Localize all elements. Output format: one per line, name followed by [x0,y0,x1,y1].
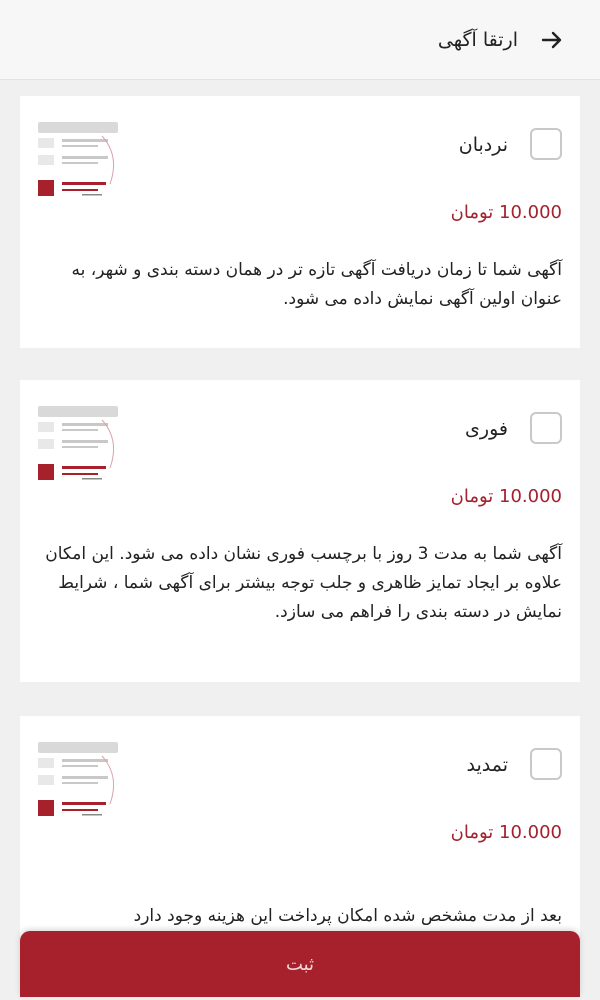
option-checkbox[interactable] [530,412,562,444]
option-price: 10.000 تومان [450,822,562,843]
option-description: آگهی شما به مدت 3 روز با برچسب فوری نشان… [45,544,562,622]
option-title: تمدید [466,754,508,776]
app-root: ارتقا آگهی نردبان 10.000 تومان آگهی شما … [0,0,600,1000]
option-title: نردبان [458,134,508,156]
arrow-right-icon [541,31,562,48]
ad-preview-illustration [38,406,118,480]
option-checkbox[interactable] [530,128,562,160]
option-checkbox[interactable] [530,748,562,780]
option-title: فوری [465,418,508,440]
upgrade-option-urgent[interactable]: فوری 10.000 تومان آگهی شما به مدت 3 روز … [20,380,580,682]
ad-preview-illustration [38,122,118,196]
option-price: 10.000 تومان [450,202,562,223]
ad-preview-illustration [38,742,118,816]
back-button[interactable] [532,20,572,60]
option-price: 10.000 تومان [450,486,562,507]
upgrade-option-ladder[interactable]: نردبان 10.000 تومان آگهی شما تا زمان دری… [20,96,580,348]
submit-button[interactable]: ثبت [20,931,580,997]
option-description: آگهی شما تا زمان دریافت آگهی تازه تر در … [71,260,562,309]
page-title: ارتقا آگهی [437,28,518,51]
option-description: بعد از مدت مشخص شده امکان پرداخت این هزی… [133,906,562,926]
header-bar: ارتقا آگهی [0,0,600,80]
